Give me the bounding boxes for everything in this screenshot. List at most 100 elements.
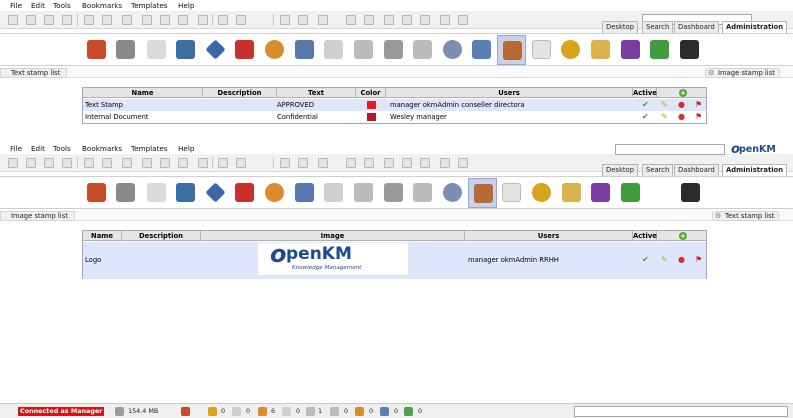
menu-help[interactable]: Help (178, 1, 194, 10)
delete-icon[interactable]: ● (678, 112, 685, 122)
folder-icon[interactable] (8, 15, 18, 25)
pdf-icon[interactable]: ⚑ (695, 255, 702, 265)
col-color[interactable]: Color (356, 88, 386, 98)
download-icon[interactable] (102, 158, 112, 168)
menu-templates[interactable]: Templates (131, 144, 168, 153)
admin-scissors-button[interactable] (230, 178, 259, 208)
admin-diamond-button[interactable] (201, 178, 230, 208)
edit-icon[interactable]: ✎ (661, 255, 668, 265)
col-users[interactable]: Users (386, 88, 633, 98)
mail-icon[interactable] (282, 407, 291, 416)
admin-scanner-button[interactable] (379, 178, 408, 208)
move-icon[interactable] (160, 158, 170, 168)
home-icon[interactable] (236, 15, 246, 25)
move-icon[interactable] (160, 15, 170, 25)
menu-tools[interactable]: Tools (53, 144, 71, 153)
admin-log-button[interactable] (527, 35, 556, 65)
menu-file[interactable]: File (10, 1, 22, 10)
admin-search-doc-button[interactable] (142, 178, 171, 208)
check-icon[interactable]: ✔ (642, 112, 649, 122)
admin-diamond-button[interactable] (201, 35, 230, 65)
delete-icon[interactable] (122, 15, 132, 25)
mail-icon[interactable] (346, 15, 356, 25)
table-row[interactable]: Text Stamp APPROVED manager okmAdmin con… (83, 99, 706, 111)
admin-find-button[interactable] (349, 35, 378, 65)
download-icon[interactable] (102, 15, 112, 25)
delete-icon[interactable] (122, 158, 132, 168)
lock-icon[interactable] (208, 407, 217, 416)
admin-stamp-button[interactable] (468, 178, 497, 208)
admin-report-button[interactable] (319, 178, 348, 208)
news-icon[interactable] (404, 407, 413, 416)
zoom-icon[interactable] (298, 158, 308, 168)
checkout-icon[interactable] (232, 407, 241, 416)
admin-home-button[interactable] (82, 35, 111, 65)
unlock-icon[interactable] (62, 158, 72, 168)
admin-log-button[interactable] (497, 178, 526, 208)
admin-config-button[interactable] (438, 178, 467, 208)
admin-workflow-button[interactable] (586, 178, 615, 208)
copy-icon[interactable] (142, 158, 152, 168)
user-icon[interactable] (181, 407, 190, 416)
admin-calendar-button[interactable] (408, 178, 437, 208)
subscribe-icon[interactable] (198, 15, 208, 25)
admin-tools-button[interactable] (111, 35, 140, 65)
text-stamp-list-button[interactable]: ⚙ Text stamp list (712, 211, 780, 221)
admin-crontab-button[interactable] (527, 178, 556, 208)
subscribe-icon[interactable] (198, 158, 208, 168)
toolbar-search-input[interactable] (615, 144, 725, 155)
lock-icon[interactable] (44, 158, 54, 168)
copy-icon[interactable] (142, 15, 152, 25)
add-icon[interactable]: + (679, 232, 687, 240)
admin-tools-button[interactable] (111, 178, 140, 208)
admin-workflow-button[interactable] (616, 35, 645, 65)
rename-icon[interactable] (178, 15, 188, 25)
upload-icon[interactable] (84, 158, 94, 168)
find-icon[interactable] (318, 15, 328, 25)
find-icon[interactable] (318, 158, 328, 168)
admin-config-button[interactable] (438, 35, 467, 65)
table-row[interactable]: Logo o penKM Knowledge Management manage… (83, 240, 706, 279)
refresh-icon[interactable] (280, 15, 290, 25)
home-icon[interactable] (236, 158, 246, 168)
admin-profiles-button[interactable] (290, 178, 319, 208)
check-icon[interactable]: ✔ (642, 100, 649, 110)
scan-icon[interactable] (384, 158, 394, 168)
admin-language-button[interactable] (586, 35, 615, 65)
pdf-icon[interactable]: ⚑ (695, 112, 702, 122)
admin-users-button[interactable] (260, 35, 289, 65)
delete-icon[interactable]: ● (678, 100, 685, 110)
workflow-icon[interactable] (306, 407, 315, 416)
unlock-icon[interactable] (62, 15, 72, 25)
archive-icon[interactable] (402, 158, 412, 168)
col-description[interactable]: Description (122, 231, 201, 241)
stamp-icon[interactable] (440, 158, 450, 168)
add-icon[interactable]: + (679, 89, 687, 97)
edit-icon[interactable]: ✎ (661, 100, 668, 110)
admin-report-button[interactable] (319, 35, 348, 65)
propose-icon[interactable] (355, 407, 364, 416)
print-icon[interactable] (364, 158, 374, 168)
mail-icon[interactable] (346, 158, 356, 168)
admin-users-button[interactable] (260, 178, 289, 208)
col-name[interactable]: Name (83, 88, 203, 98)
document-icon[interactable] (26, 158, 36, 168)
admin-terminal-button[interactable] (676, 178, 705, 208)
col-name[interactable]: Name (83, 231, 122, 241)
menu-file[interactable]: File (10, 144, 22, 153)
scan-icon[interactable] (384, 15, 394, 25)
menu-templates[interactable]: Templates (131, 1, 168, 10)
admin-stamp-button[interactable] (497, 35, 526, 65)
admin-monitor-button[interactable] (171, 178, 200, 208)
bookmark-icon[interactable] (218, 158, 228, 168)
refresh-icon[interactable] (280, 158, 290, 168)
admin-profiles-button[interactable] (290, 35, 319, 65)
admin-terminal-button[interactable] (675, 35, 704, 65)
status-input[interactable] (574, 406, 788, 417)
menu-edit[interactable]: Edit (31, 1, 45, 10)
table-row[interactable]: Internal Document Confidential Wesley ma… (83, 111, 706, 123)
edit-icon[interactable]: ✎ (661, 112, 668, 122)
delete-icon[interactable]: ● (678, 255, 685, 265)
admin-search-doc-button[interactable] (142, 35, 171, 65)
image-stamp-list-button[interactable]: ⚙ Image stamp list (705, 68, 780, 78)
